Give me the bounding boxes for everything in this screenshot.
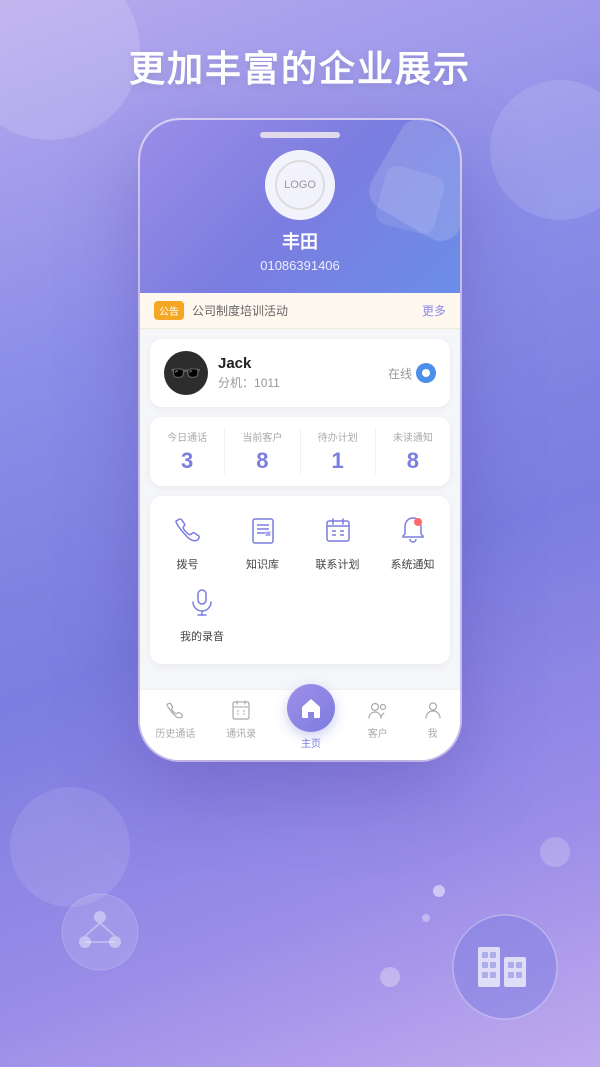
stat-current-customers: 当前客户 8: [225, 429, 300, 474]
nav-item-home[interactable]: 主页: [287, 698, 335, 750]
menu-label-recording: 我的录音: [180, 628, 224, 644]
page-title: 更加丰富的企业展示: [0, 40, 600, 92]
avatar-emoji: 🕶️: [170, 360, 202, 386]
online-indicator: [416, 363, 436, 383]
menu-label-notification: 系统通知: [391, 556, 435, 572]
customers-icon: [366, 698, 390, 722]
stat-value-3: 8: [407, 448, 419, 474]
nav-item-contacts[interactable]: 通讯录: [226, 698, 256, 750]
notification-icon: [393, 510, 433, 550]
menu-label-knowledge: 知识库: [246, 556, 279, 572]
stat-today-calls: 今日通话 3: [150, 429, 225, 474]
bottom-nav: 历史通话 通讯录: [140, 689, 460, 760]
stat-unread-notifications: 未读通知 8: [376, 429, 450, 474]
menu-item-recording[interactable]: 我的录音: [172, 582, 232, 644]
stat-value-1: 8: [256, 448, 268, 474]
deco-circle-md: [540, 837, 570, 867]
user-card: 🕶️ Jack 分机：1011 在线: [150, 339, 450, 407]
menu-grid: 拨号 知识库: [150, 496, 450, 664]
user-name: Jack: [218, 355, 388, 372]
phone-mockup: LOGO 丰田 01086391406 公告 公司制度培训活动 更多 🕶️ Ja…: [140, 120, 460, 760]
online-status: 在线: [388, 363, 436, 383]
menu-item-dial[interactable]: 拨号: [158, 510, 218, 572]
stat-label-1: 当前客户: [242, 429, 282, 444]
logo-text: LOGO: [284, 179, 316, 191]
nav-label-contacts: 通讯录: [226, 725, 256, 740]
stat-label-3: 未读通知: [393, 429, 433, 444]
nav-item-history[interactable]: 历史通话: [155, 698, 195, 750]
logo-inner: LOGO: [275, 160, 325, 210]
menu-item-notification[interactable]: 系统通知: [383, 510, 443, 572]
recording-icon: [182, 582, 222, 622]
nav-label-home: 主页: [301, 735, 321, 750]
stat-value-2: 1: [332, 448, 344, 474]
nav-label-customers: 客户: [368, 725, 388, 740]
menu-label-dial: 拨号: [177, 556, 199, 572]
menu-label-contact-plan: 联系计划: [316, 556, 360, 572]
stat-label-2: 待办计划: [318, 429, 358, 444]
stats-row: 今日通话 3 当前客户 8 待办计划 1 未读通知 8: [150, 417, 450, 486]
user-ext: 分机：1011: [218, 374, 388, 391]
company-phone: 01086391406: [260, 258, 340, 273]
phone-body: 公告 公司制度培训活动 更多 🕶️ Jack 分机：1011 在线 今日通: [140, 293, 460, 760]
user-info: Jack 分机：1011: [218, 355, 388, 391]
knowledge-icon: [243, 510, 283, 550]
nav-item-customers[interactable]: 客户: [366, 698, 390, 750]
company-logo: LOGO: [265, 150, 335, 220]
bg-circle-bottom-left: [10, 787, 130, 907]
dial-icon: [168, 510, 208, 550]
deco-dot-1: [433, 885, 445, 897]
notice-text: 公司制度培训活动: [192, 302, 414, 319]
notice-more-link[interactable]: 更多: [422, 302, 446, 319]
menu-row-2: 我的录音: [150, 582, 450, 644]
history-icon: [163, 698, 187, 722]
contact-plan-icon: [318, 510, 358, 550]
menu-row-1: 拨号 知识库: [150, 510, 450, 572]
user-avatar: 🕶️: [164, 351, 208, 395]
menu-item-contact-plan[interactable]: 联系计划: [308, 510, 368, 572]
menu-item-knowledge[interactable]: 知识库: [233, 510, 293, 572]
nav-label-me: 我: [428, 725, 438, 740]
contacts-icon: [229, 698, 253, 722]
notice-badge: 公告: [154, 301, 184, 320]
nav-item-me[interactable]: 我: [421, 698, 445, 750]
ext-label: 分机：: [218, 376, 254, 390]
stat-label-0: 今日通话: [167, 429, 207, 444]
bg-circle-top-right: [490, 80, 600, 220]
stat-value-0: 3: [181, 448, 193, 474]
me-icon: [421, 698, 445, 722]
notice-bar[interactable]: 公告 公司制度培训活动 更多: [140, 293, 460, 329]
nav-label-history: 历史通话: [155, 725, 195, 740]
phone-notch: [260, 132, 340, 138]
company-name: 丰田: [282, 228, 318, 254]
deco-circle-small: [380, 967, 400, 987]
ext-number: 1011: [254, 376, 280, 390]
online-text: 在线: [388, 365, 412, 382]
network-icon-right: [450, 912, 560, 1027]
deco-dot-2: [422, 914, 430, 922]
stat-pending-plans: 待办计划 1: [301, 429, 376, 474]
home-tab-button[interactable]: [287, 684, 335, 732]
phone-header: LOGO 丰田 01086391406: [140, 120, 460, 293]
